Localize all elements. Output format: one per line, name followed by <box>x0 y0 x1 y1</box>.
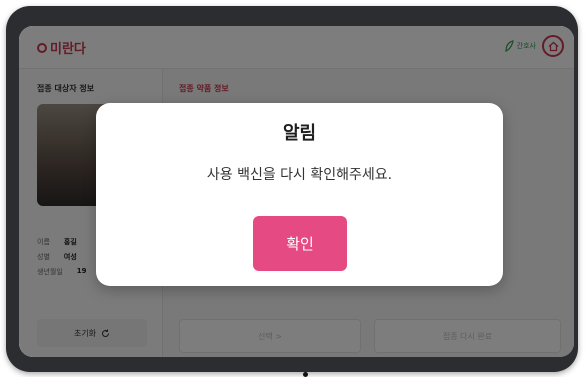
camera-dot <box>303 372 308 377</box>
confirm-button[interactable]: 확인 <box>253 216 347 271</box>
alert-dialog: 알림 사용 백신을 다시 확인해주세요. 확인 <box>96 103 503 286</box>
dialog-message: 사용 백신을 다시 확인해주세요. <box>206 167 393 183</box>
dialog-title: 알림 <box>282 123 317 144</box>
